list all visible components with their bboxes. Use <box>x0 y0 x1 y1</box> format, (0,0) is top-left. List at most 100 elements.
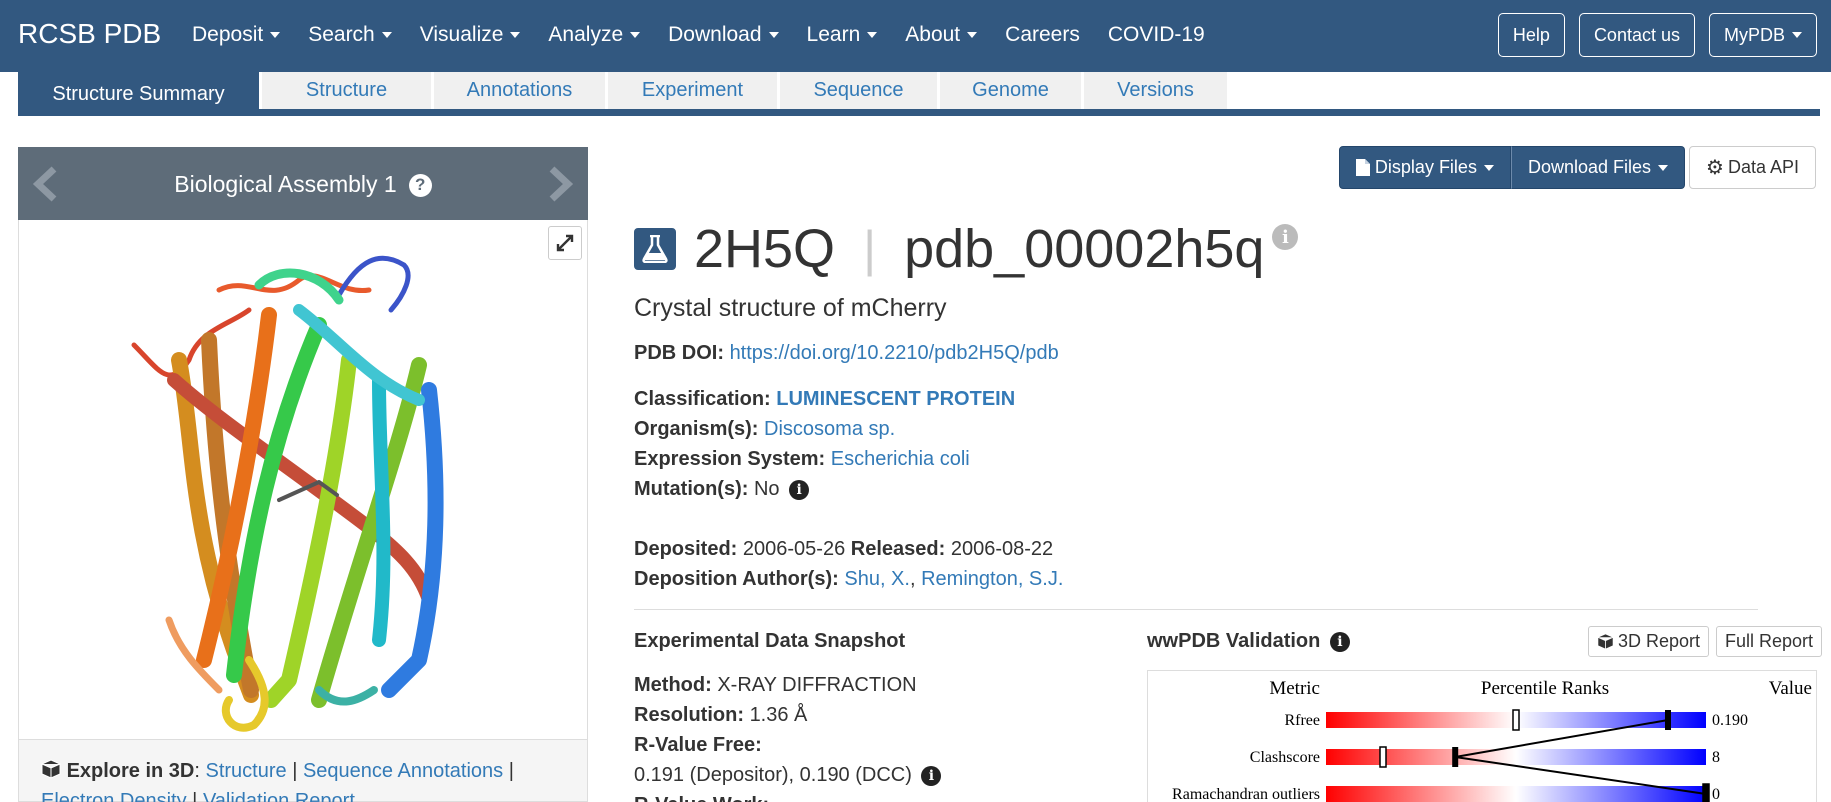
display-files-button[interactable]: Display Files <box>1338 146 1511 189</box>
question-icon[interactable]: ? <box>408 173 432 197</box>
resolution-line: Resolution: 1.36 Å <box>634 704 807 727</box>
deposited-label: Deposited: <box>634 538 738 560</box>
full-report-button[interactable]: Full Report <box>1716 626 1823 657</box>
doi-link[interactable]: https://doi.org/10.2210/pdb2H5Q/pdb <box>730 342 1059 364</box>
tab-experiment[interactable]: Experiment <box>608 72 778 109</box>
info-icon[interactable]: i <box>789 480 810 500</box>
explore-electron-density-link[interactable]: Electron Density <box>41 790 187 802</box>
download-files-button[interactable]: Download Files <box>1510 146 1686 189</box>
dates-line: Deposited: 2006-05-26 Released: 2006-08-… <box>634 538 1053 561</box>
nav-analyze[interactable]: Analyze <box>548 23 641 47</box>
author-link[interactable]: Shu, X. <box>844 568 910 590</box>
info-icon[interactable]: i <box>1272 224 1299 250</box>
rfree-value: 0.191 (Depositor), 0.190 (DCC) <box>634 764 912 786</box>
info-icon[interactable]: i <box>1329 632 1350 652</box>
explore-validation-report-link[interactable]: Validation Report <box>203 790 355 802</box>
extended-pdb-id: pdb_00002h5q <box>904 219 1265 279</box>
download-files-label: Download Files <box>1527 157 1652 177</box>
explore-sequence-annotations-link[interactable]: Sequence Annotations <box>303 760 503 782</box>
validation-slider-svg: Metric Percentile Ranks Value Rfree 0.190… <box>1172 678 1812 802</box>
method-label: Method: <box>634 674 712 696</box>
file-icon <box>1355 159 1370 176</box>
organism-label: Organism(s): <box>634 418 759 440</box>
brand-logo[interactable]: RCSB PDB <box>18 18 161 50</box>
percentile-all-marker <box>1379 746 1387 768</box>
doi-label: PDB DOI: <box>634 342 724 364</box>
info-icon[interactable]: i <box>921 766 942 786</box>
nav-careers[interactable]: Careers <box>1005 23 1080 47</box>
rwork-label: R-Value Work: <box>634 794 769 802</box>
nav-about[interactable]: About <box>905 23 978 47</box>
mutation-label: Mutation(s): <box>634 478 749 500</box>
organism-line: Organism(s): Discosoma sp. <box>634 418 895 441</box>
cube-icon <box>1597 633 1614 650</box>
tab-annotations[interactable]: Annotations <box>434 72 606 109</box>
assembly-title-text: Biological Assembly 1 <box>174 171 397 197</box>
nav-label: Search <box>308 23 375 46</box>
chevron-down-icon <box>768 32 779 39</box>
nav-label: Visualize <box>419 23 504 46</box>
gear-icon: ⚙ <box>1706 157 1724 179</box>
divider <box>634 609 1758 610</box>
tab-bar <box>18 109 1820 116</box>
chevron-down-icon <box>867 32 878 39</box>
nav-label: Careers <box>1005 23 1080 46</box>
structure-image[interactable] <box>18 220 588 740</box>
chevron-down-icon <box>967 32 978 39</box>
tab-genome[interactable]: Genome <box>940 72 1082 109</box>
structure-title: Crystal structure of mCherry <box>634 294 947 322</box>
expression-link[interactable]: Escherichia coli <box>831 448 970 470</box>
rfree-value-line: 0.191 (Depositor), 0.190 (DCC) i <box>634 764 942 787</box>
nav-label: About <box>905 23 961 46</box>
validation-title-text: wwPDB Validation <box>1147 630 1321 652</box>
data-api-label: Data API <box>1727 157 1799 177</box>
flask-icon <box>634 228 676 270</box>
chevron-down-icon <box>630 32 641 39</box>
assembly-header: Biological Assembly 1? <box>18 147 588 220</box>
header-percentile: Percentile Ranks <box>1481 678 1609 699</box>
nav-search[interactable]: Search <box>308 23 392 47</box>
validation-slider-chart[interactable]: Metric Percentile Ranks Value Rfree 0.190… <box>1147 670 1817 802</box>
authors-label: Deposition Author(s): <box>634 568 839 590</box>
cube-icon <box>41 759 61 779</box>
tab-structure[interactable]: Structure <box>262 72 432 109</box>
display-files-label: Display Files <box>1374 157 1477 177</box>
classification-link[interactable]: LUMINESCENT PROTEIN <box>776 388 1015 410</box>
author-link[interactable]: Remington, S.J. <box>921 568 1063 590</box>
metric-value: 0.190 <box>1712 712 1748 729</box>
chevron-down-icon <box>1792 32 1802 38</box>
explore-structure-link[interactable]: Structure <box>206 760 287 782</box>
rfree-label: R-Value Free: <box>634 734 762 756</box>
protein-ribbon-image <box>131 255 444 732</box>
contact-us-button[interactable]: Contact us <box>1578 13 1695 57</box>
metric-label: Clashscore <box>1250 749 1320 766</box>
mutation-value: No <box>753 478 780 500</box>
nav-deposit[interactable]: Deposit <box>192 23 281 47</box>
nav-visualize[interactable]: Visualize <box>420 23 521 47</box>
chevron-down-icon <box>510 32 521 39</box>
assembly-title: Biological Assembly 1? <box>18 171 588 198</box>
3d-report-button[interactable]: 3D Report <box>1588 626 1710 657</box>
mypdb-button[interactable]: MyPDB <box>1708 13 1817 57</box>
mutation-line: Mutation(s): No i <box>634 478 810 501</box>
data-api-button[interactable]: ⚙ Data API <box>1689 146 1816 189</box>
chevron-right-icon[interactable] <box>540 165 578 203</box>
chevron-down-icon <box>1658 164 1669 171</box>
nav-download[interactable]: Download <box>668 23 779 47</box>
3d-report-label: 3D Report <box>1618 631 1701 651</box>
expand-icon[interactable] <box>548 226 582 260</box>
classification-line: Classification: LUMINESCENT PROTEIN <box>634 388 1015 411</box>
nav-learn[interactable]: Learn <box>807 23 878 47</box>
metric-label: Ramachandran outliers <box>1172 786 1320 802</box>
explore-label: Explore in 3D <box>66 760 195 782</box>
doi-line: PDB DOI: https://doi.org/10.2210/pdb2H5Q… <box>634 342 1059 365</box>
authors-line: Deposition Author(s): Shu, X., Remington… <box>634 568 1064 590</box>
tab-versions[interactable]: Versions <box>1084 72 1228 109</box>
help-button[interactable]: Help <box>1497 13 1565 57</box>
nav-label: Analyze <box>548 23 624 46</box>
nav-label: COVID-19 <box>1107 23 1205 46</box>
organism-link[interactable]: Discosoma sp. <box>764 418 895 440</box>
nav-covid-19[interactable]: COVID-19 <box>1108 23 1205 47</box>
chevron-down-icon <box>270 32 281 39</box>
tab-sequence[interactable]: Sequence <box>780 72 938 109</box>
